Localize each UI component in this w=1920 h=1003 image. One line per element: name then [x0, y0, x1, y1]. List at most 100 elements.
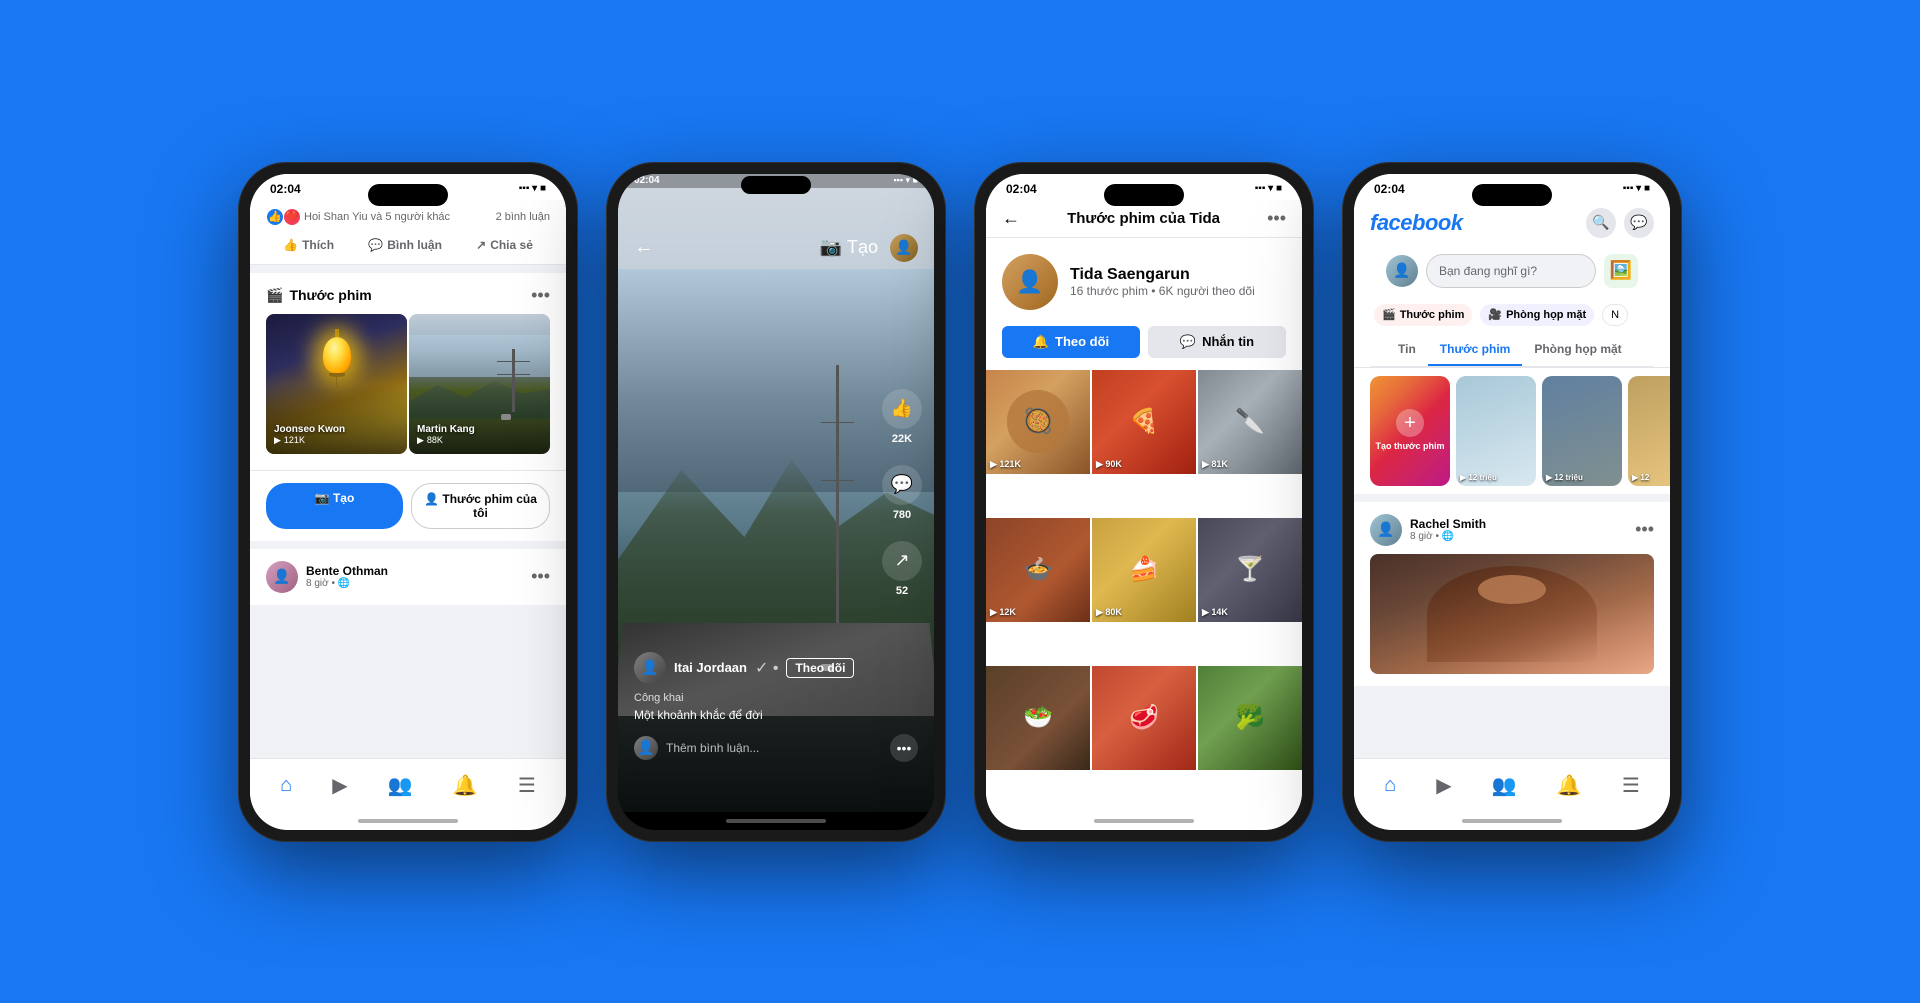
visibility-label: Công khai — [634, 692, 918, 704]
creator-row: 👤 Itai Jordaan ✓ • Theo dõi — [634, 652, 918, 684]
rachel-post: 👤 Rachel Smith 8 giờ • 🌐 ••• — [1354, 502, 1670, 686]
commenter-avatar: 👤 — [634, 736, 658, 760]
tab-rooms[interactable]: Phòng họp mặt — [1522, 334, 1633, 366]
reels-section-title: 🎬 Thước phim — [266, 287, 372, 304]
message-button[interactable]: 💬 Nhắn tin — [1148, 326, 1286, 358]
feed-tabs-row: Tin Thước phim Phòng họp mặt — [1370, 334, 1654, 367]
nav-bell-1[interactable]: 🔔 — [445, 769, 486, 802]
video-cell-8[interactable]: 🥩 — [1092, 666, 1196, 770]
rachel-post-more[interactable]: ••• — [1635, 519, 1654, 540]
video-cell-3[interactable]: 🔪 ▶ 81K — [1198, 370, 1302, 474]
reaction-row: 👍 ❤️ Hoi Shan Yiu và 5 người khác 2 bình… — [266, 208, 550, 226]
reel-preview-2[interactable]: ▶ 12 triệu — [1542, 376, 1622, 486]
creator-avatar: 👤 — [634, 652, 666, 684]
dynamic-island-3 — [1104, 184, 1184, 206]
phones-container: 02:04 ▪▪▪ ▾ ■ 👍 ❤️ Hoi Shan Yiu và 5 ngư… — [198, 122, 1722, 882]
rachel-video-thumb[interactable] — [1370, 554, 1654, 674]
my-reels-btn[interactable]: 👤 Thước phim của tôi — [411, 483, 550, 529]
quick-more[interactable]: N — [1602, 304, 1628, 326]
reels-more-btn[interactable]: ••• — [531, 285, 550, 306]
create-bar: 📷 Tạo 👤 Thước phim của tôi — [250, 470, 566, 541]
profile-actions: 🔔 Theo dõi 💬 Nhắn tin — [986, 326, 1302, 370]
time-4: 02:04 — [1374, 182, 1405, 196]
reels-preview-section: + Tạo thước phim ▶ 12 triệu ▶ 12 triệu ▶… — [1354, 368, 1670, 494]
video-views-1: ▶ 121K — [990, 459, 1021, 470]
nav-menu-1[interactable]: ☰ — [510, 769, 544, 802]
rachel-user-info: 👤 Rachel Smith 8 giờ • 🌐 — [1370, 514, 1486, 546]
post-meta: 8 giờ • 🌐 — [306, 578, 388, 589]
video-cell-5[interactable]: 🍰 ▶ 80K — [1092, 518, 1196, 622]
tab-reels[interactable]: Thước phim — [1428, 334, 1523, 366]
camera-icon[interactable]: 📷 Tạo — [820, 237, 878, 258]
messenger-button[interactable]: 💬 — [1624, 208, 1654, 238]
user-avatar-2[interactable]: 👤 — [890, 234, 918, 262]
search-button[interactable]: 🔍 — [1586, 208, 1616, 238]
reels-icon-quick: 🎬 — [1382, 308, 1396, 321]
share-icon: ↗ — [476, 238, 486, 252]
reel-thumb-1[interactable]: Joonseo Kwon ▶ 121K — [266, 314, 407, 454]
thinking-input[interactable]: Bạn đang nghĩ gì? — [1426, 254, 1596, 288]
like-emoji: 👍 — [266, 208, 284, 226]
nav-reels-4[interactable]: ▶ — [1428, 769, 1459, 802]
phone-1-content: 👍 ❤️ Hoi Shan Yiu và 5 người khác 2 bình… — [250, 200, 566, 758]
profile-more-btn[interactable]: ••• — [1267, 208, 1286, 229]
nav-people-4[interactable]: 👥 — [1484, 769, 1525, 802]
create-reel-card[interactable]: + Tạo thước phim — [1370, 376, 1450, 486]
share-button[interactable]: ↗ Chia sẻ — [476, 238, 533, 252]
nav-home-4[interactable]: ⌂ — [1376, 770, 1404, 801]
creator-name: Itai Jordaan — [674, 660, 747, 675]
nav-home-1[interactable]: ⌂ — [272, 770, 300, 801]
phone-2: 02:04 ▪▪▪ ▾ ■ ← 📷 Tạo 👤 — [606, 162, 946, 842]
profile-back-btn[interactable]: ← — [1002, 208, 1020, 229]
quick-rooms[interactable]: 🎥 Phòng họp mặt — [1480, 304, 1594, 326]
create-reel-btn[interactable]: 📷 Tạo — [266, 483, 403, 529]
nav-bell-4[interactable]: 🔔 — [1549, 769, 1590, 802]
quick-reels[interactable]: 🎬 Thước phim — [1374, 304, 1472, 326]
photo-icon[interactable]: 🖼️ — [1604, 254, 1638, 288]
video-views-3: ▶ 81K — [1202, 459, 1228, 470]
comment-button[interactable]: 💬 Bình luận — [368, 238, 442, 252]
phone-1-screen: 02:04 ▪▪▪ ▾ ■ 👍 ❤️ Hoi Shan Yiu và 5 ngư… — [250, 174, 566, 830]
follow-button-2[interactable]: Theo dõi — [786, 658, 854, 678]
back-button[interactable]: ← — [634, 236, 654, 259]
reel-preview-1[interactable]: ▶ 12 triệu — [1456, 376, 1536, 486]
video-cell-2[interactable]: 🍕 ▶ 90K — [1092, 370, 1196, 474]
rachel-post-avatar: 👤 — [1370, 514, 1402, 546]
nav-people-1[interactable]: 👥 — [380, 769, 421, 802]
bottom-nav-4: ⌂ ▶ 👥 🔔 ☰ — [1354, 758, 1670, 812]
phone-4-screen: 02:04 ▪▪▪ ▾ ■ facebook 🔍 💬 👤 — [1354, 174, 1670, 830]
phone-1: 02:04 ▪▪▪ ▾ ■ 👍 ❤️ Hoi Shan Yiu và 5 ngư… — [238, 162, 578, 842]
create-reel-label: Tạo thước phim — [1376, 441, 1445, 452]
phone-4: 02:04 ▪▪▪ ▾ ■ facebook 🔍 💬 👤 — [1342, 162, 1682, 842]
reel-preview-3[interactable]: ▶ 12 — [1628, 376, 1670, 486]
status-icons-2: ▪▪▪ ▾ ■ — [893, 175, 918, 186]
tab-feed[interactable]: Tin — [1386, 334, 1428, 366]
lantern-overlay: Joonseo Kwon ▶ 121K — [266, 314, 407, 454]
video-cell-6[interactable]: 🍸 ▶ 14K — [1198, 518, 1302, 622]
time-3: 02:04 — [1006, 182, 1037, 196]
video-cell-7[interactable]: 🥗 — [986, 666, 1090, 770]
side-actions: 👍 22K 💬 780 ↗ 52 — [882, 389, 922, 597]
like-action[interactable]: 👍 22K — [882, 389, 922, 445]
nav-reels-1[interactable]: ▶ — [324, 769, 355, 802]
nav-menu-4[interactable]: ☰ — [1614, 769, 1648, 802]
comment-action[interactable]: 💬 780 — [882, 465, 922, 521]
action-bar: 👍 Thích 💬 Bình luận ↗ Chia sẻ — [266, 234, 550, 256]
video-cell-4[interactable]: 🍲 ▶ 12K — [986, 518, 1090, 622]
status-icons-4: ▪▪▪ ▾ ■ — [1623, 183, 1650, 194]
reels-section-header: 🎬 Thước phim ••• — [250, 273, 566, 314]
like-button[interactable]: 👍 Thích — [283, 238, 334, 252]
video-cell-9[interactable]: 🥦 — [1198, 666, 1302, 770]
share-action[interactable]: ↗ 52 — [882, 541, 922, 597]
follow-button-3[interactable]: 🔔 Theo dõi — [1002, 326, 1140, 358]
post-more-btn[interactable]: ••• — [531, 566, 550, 587]
person-silhouette — [1370, 554, 1654, 674]
comment-more-btn[interactable]: ••• — [890, 734, 918, 762]
rooms-icon: 🎥 — [1488, 308, 1502, 321]
fb-app-header: facebook 🔍 💬 👤 Bạn đang nghĩ gì? 🖼️ — [1354, 200, 1670, 368]
dynamic-island-1 — [368, 184, 448, 206]
comment-placeholder[interactable]: Thêm bình luận... — [666, 741, 882, 755]
video-cell-1[interactable]: 🥘 ▶ 121K — [986, 370, 1090, 474]
share-icon-circle: ↗ — [882, 541, 922, 581]
reel-thumb-2[interactable]: Martin Kang ▶ 88K — [409, 314, 550, 454]
